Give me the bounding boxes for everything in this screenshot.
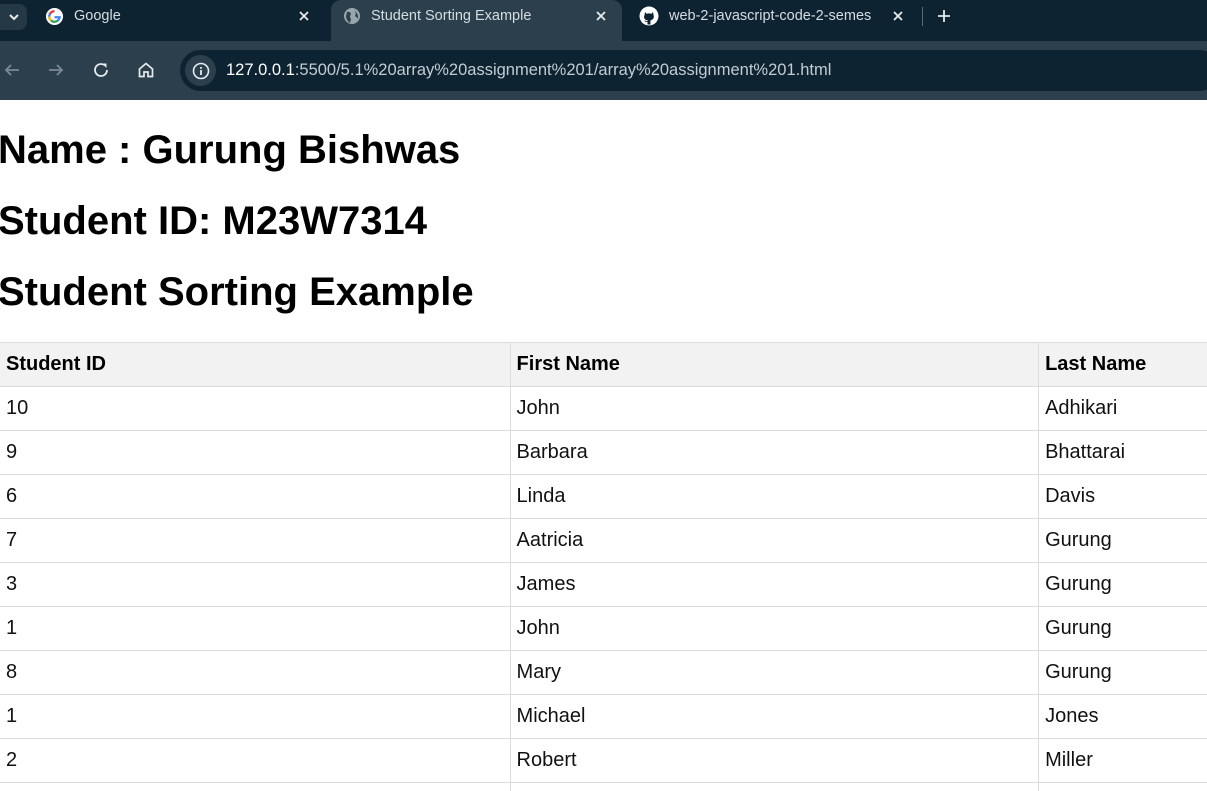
chevron-down-icon: [8, 14, 19, 21]
cell-first-name: Aatricia: [509, 518, 1040, 563]
github-icon: [639, 6, 659, 26]
address-bar[interactable]: 127.0.0.1:5500/5.1%20array%20assignment%…: [180, 50, 1207, 91]
table-row: 1 Michael Jones: [0, 694, 1207, 739]
globe-icon: [344, 8, 360, 24]
cell-last-name: Gurung: [1038, 606, 1207, 651]
cell-last-name: Bhattarai: [1038, 430, 1207, 475]
new-tab-button[interactable]: [932, 4, 956, 28]
cell-first-name: John: [509, 606, 1040, 651]
table-header-row: Student ID First Name Last Name: [0, 342, 1207, 387]
cell-first-name: John: [509, 386, 1040, 431]
cell-first-name: Michael: [509, 694, 1040, 739]
close-icon: [299, 11, 309, 21]
tab-google[interactable]: Google: [30, 0, 328, 41]
cell-first-name: [509, 782, 1040, 791]
table-row: 6 Linda Davis: [0, 474, 1207, 519]
cell-first-name: James: [509, 562, 1040, 607]
url-host: 127.0.0.1: [226, 61, 295, 79]
cell-student-id: 9: [0, 430, 511, 475]
close-tab-button[interactable]: [590, 5, 612, 27]
column-header-first-name: First Name: [509, 342, 1040, 387]
cell-first-name: Mary: [509, 650, 1040, 695]
arrow-left-icon: [4, 64, 19, 76]
table-row: 3 James Gurung: [0, 562, 1207, 607]
close-tab-button[interactable]: [887, 5, 909, 27]
cell-last-name: [1038, 782, 1207, 791]
cell-last-name: Jones: [1038, 694, 1207, 739]
cell-student-id: 1: [0, 606, 511, 651]
table-row: [0, 782, 1207, 791]
column-header-student-id: Student ID: [0, 342, 511, 387]
table-row: 8 Mary Gurung: [0, 650, 1207, 695]
table-row: 9 Barbara Bhattarai: [0, 430, 1207, 475]
tab-title: Google: [74, 8, 121, 24]
home-icon: [138, 62, 154, 78]
tab-search-button[interactable]: [0, 4, 27, 30]
cell-last-name: Davis: [1038, 474, 1207, 519]
close-tab-button[interactable]: [293, 5, 315, 27]
google-icon: [45, 7, 64, 26]
tab-title: web-2-javascript-code-2-semes: [669, 8, 872, 24]
forward-button[interactable]: [44, 58, 68, 82]
browser-toolbar: 127.0.0.1:5500/5.1%20array%20assignment%…: [0, 41, 1207, 100]
cell-student-id: 1: [0, 694, 511, 739]
cell-student-id: 2: [0, 738, 511, 783]
cell-student-id: 6: [0, 474, 511, 519]
site-info-button[interactable]: [185, 55, 216, 86]
cell-student-id: 3: [0, 562, 511, 607]
table-row: 1 John Gurung: [0, 606, 1207, 651]
url-path: :5500/5.1%20array%20assignment%201/array…: [294, 61, 832, 79]
students-table: Student ID First Name Last Name 10 John …: [0, 342, 1207, 791]
info-icon: [192, 62, 209, 79]
cell-last-name: Gurung: [1038, 650, 1207, 695]
home-button[interactable]: [134, 58, 158, 82]
tab-separator: [922, 7, 923, 26]
tab-title: Student Sorting Example: [371, 8, 532, 24]
page-title: Student Sorting Example: [0, 270, 474, 314]
cell-student-id: [0, 782, 511, 791]
close-icon: [596, 11, 606, 21]
cell-first-name: Barbara: [509, 430, 1040, 475]
cell-last-name: Gurung: [1038, 562, 1207, 607]
table-row: 7 Aatricia Gurung: [0, 518, 1207, 563]
cell-student-id: 7: [0, 518, 511, 563]
cell-student-id: 10: [0, 386, 511, 431]
url-text: 127.0.0.1:5500/5.1%20array%20assignment%…: [226, 61, 831, 80]
reload-button[interactable]: [89, 58, 113, 82]
cell-first-name: Linda: [509, 474, 1040, 519]
close-icon: [893, 11, 903, 21]
cell-student-id: 8: [0, 650, 511, 695]
column-header-last-name: Last Name: [1038, 342, 1207, 387]
back-button[interactable]: [0, 58, 24, 82]
name-heading: Name : Gurung Bishwas: [0, 128, 461, 172]
cell-last-name: Miller: [1038, 738, 1207, 783]
tab-student-sorting[interactable]: Student Sorting Example: [331, 0, 622, 41]
arrow-right-icon: [49, 64, 64, 76]
page-content: Name : Gurung Bishwas Student ID: M23W73…: [0, 100, 1207, 791]
tab-strip: Google Student Sorting Example web-2-jav…: [0, 0, 1207, 41]
table-row: 2 Robert Miller: [0, 738, 1207, 783]
student-id-heading: Student ID: M23W7314: [0, 199, 427, 243]
plus-icon: [938, 10, 950, 22]
cell-first-name: Robert: [509, 738, 1040, 783]
cell-last-name: Gurung: [1038, 518, 1207, 563]
reload-icon: [94, 63, 108, 77]
tab-github[interactable]: web-2-javascript-code-2-semes: [625, 0, 917, 41]
cell-last-name: Adhikari: [1038, 386, 1207, 431]
table-row: 10 John Adhikari: [0, 386, 1207, 431]
